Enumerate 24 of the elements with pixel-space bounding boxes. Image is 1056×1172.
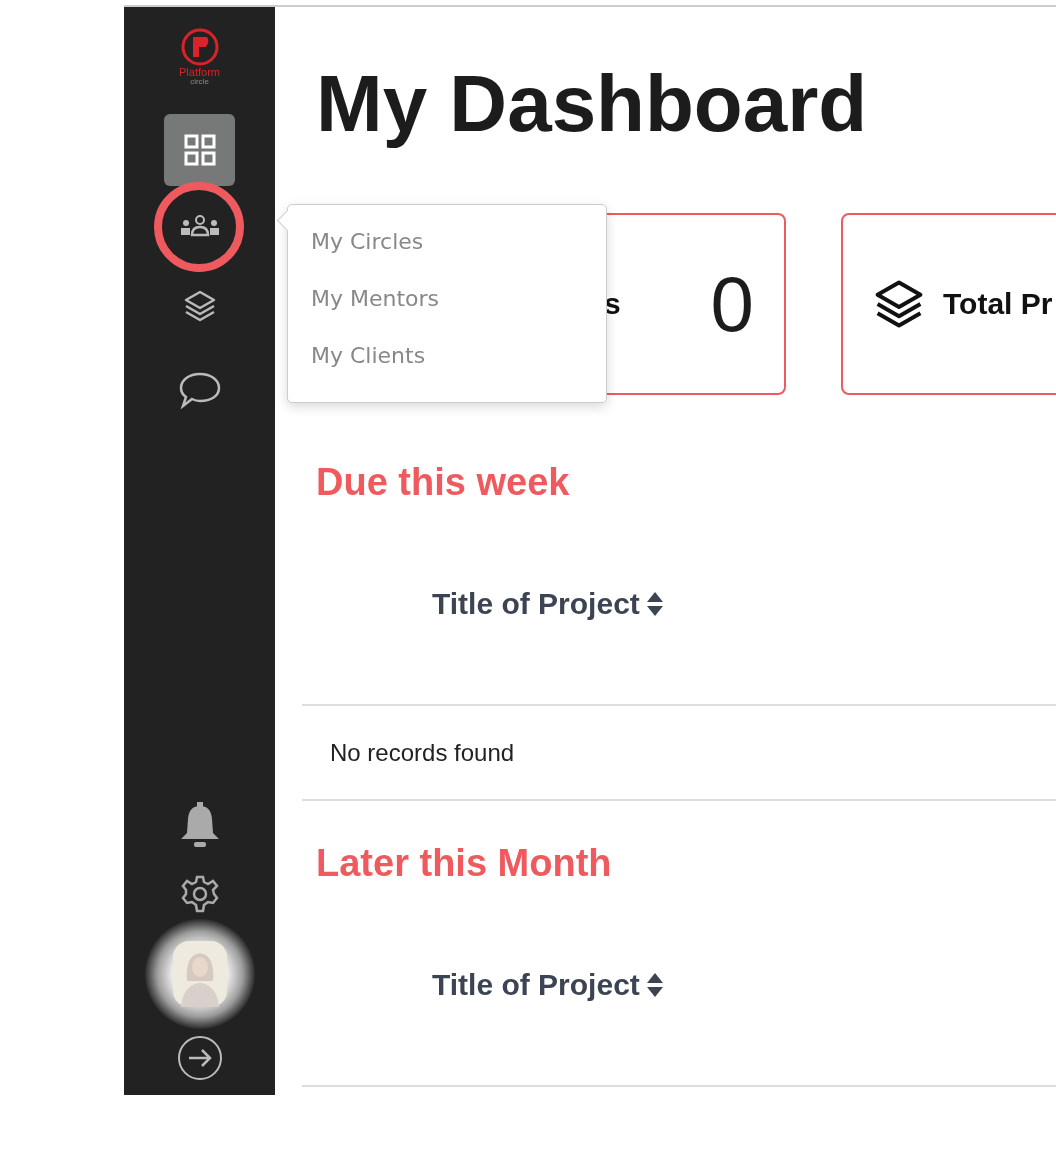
logo-name: Platform bbox=[179, 67, 220, 78]
settings-icon[interactable] bbox=[180, 875, 219, 913]
section-heading: Due this week bbox=[316, 460, 571, 504]
logo-tagline: circle bbox=[190, 78, 209, 86]
nav-button[interactable] bbox=[164, 114, 235, 186]
card-value: 0 bbox=[710, 258, 754, 350]
sort-icon[interactable] bbox=[645, 972, 664, 998]
logout-icon[interactable] bbox=[176, 1035, 223, 1081]
card-label: Total Pr bbox=[943, 287, 1053, 321]
chat-icon bbox=[177, 370, 222, 410]
logo-icon bbox=[179, 27, 220, 67]
section-heading: Later this Month bbox=[316, 841, 613, 885]
column-header[interactable]: Title of Project bbox=[432, 968, 640, 1002]
layers-icon bbox=[873, 278, 925, 330]
empty-message: No records found bbox=[330, 738, 515, 767]
layers-icon bbox=[182, 289, 217, 323]
page-title: My Dashboard bbox=[316, 59, 869, 149]
grid-icon bbox=[182, 133, 217, 167]
column-header[interactable]: Title of Project bbox=[432, 587, 640, 621]
sort-icon[interactable] bbox=[645, 591, 664, 617]
menu-item[interactable]: My Mentors bbox=[311, 282, 606, 315]
menu-item[interactable]: My Circles bbox=[311, 225, 606, 258]
people-icon bbox=[178, 215, 221, 237]
menu-item[interactable]: My Clients bbox=[311, 339, 606, 372]
